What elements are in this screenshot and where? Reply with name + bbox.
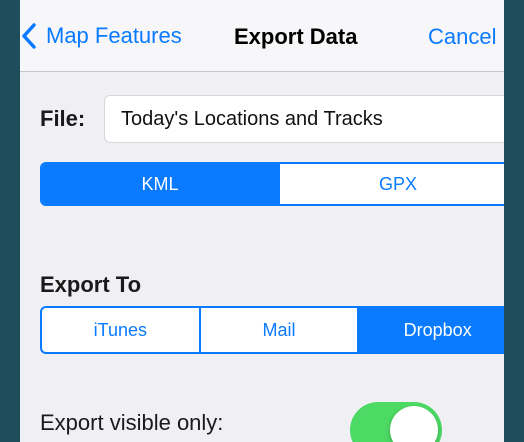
file-label: File: <box>40 106 86 131</box>
page-title: Export Data <box>234 24 358 49</box>
navigation-bar: Map Features Export Data Cancel <box>20 0 504 72</box>
export-option-mail[interactable]: Mail <box>198 308 358 352</box>
export-visible-only-toggle[interactable] <box>350 402 442 442</box>
cancel-button[interactable]: Cancel <box>428 24 496 50</box>
file-name-input[interactable]: Today's Locations and Tracks <box>104 95 504 143</box>
export-destination-segmented-control: iTunes Mail Dropbox <box>40 306 504 354</box>
export-visible-only-label: Export visible only: <box>40 410 224 435</box>
export-to-heading: Export To <box>40 272 142 297</box>
export-option-dropbox[interactable]: Dropbox <box>357 308 504 352</box>
format-option-kml[interactable]: KML <box>42 164 278 204</box>
chevron-left-icon <box>22 23 36 49</box>
export-option-itunes[interactable]: iTunes <box>42 308 199 352</box>
format-segmented-control: KML GPX <box>40 162 504 206</box>
back-button-label: Map Features <box>46 23 182 48</box>
back-button[interactable]: Map Features <box>20 18 182 54</box>
toggle-knob <box>390 406 438 442</box>
export-data-screen: Map Features Export Data Cancel File: To… <box>20 0 504 442</box>
format-option-gpx[interactable]: GPX <box>278 164 504 204</box>
